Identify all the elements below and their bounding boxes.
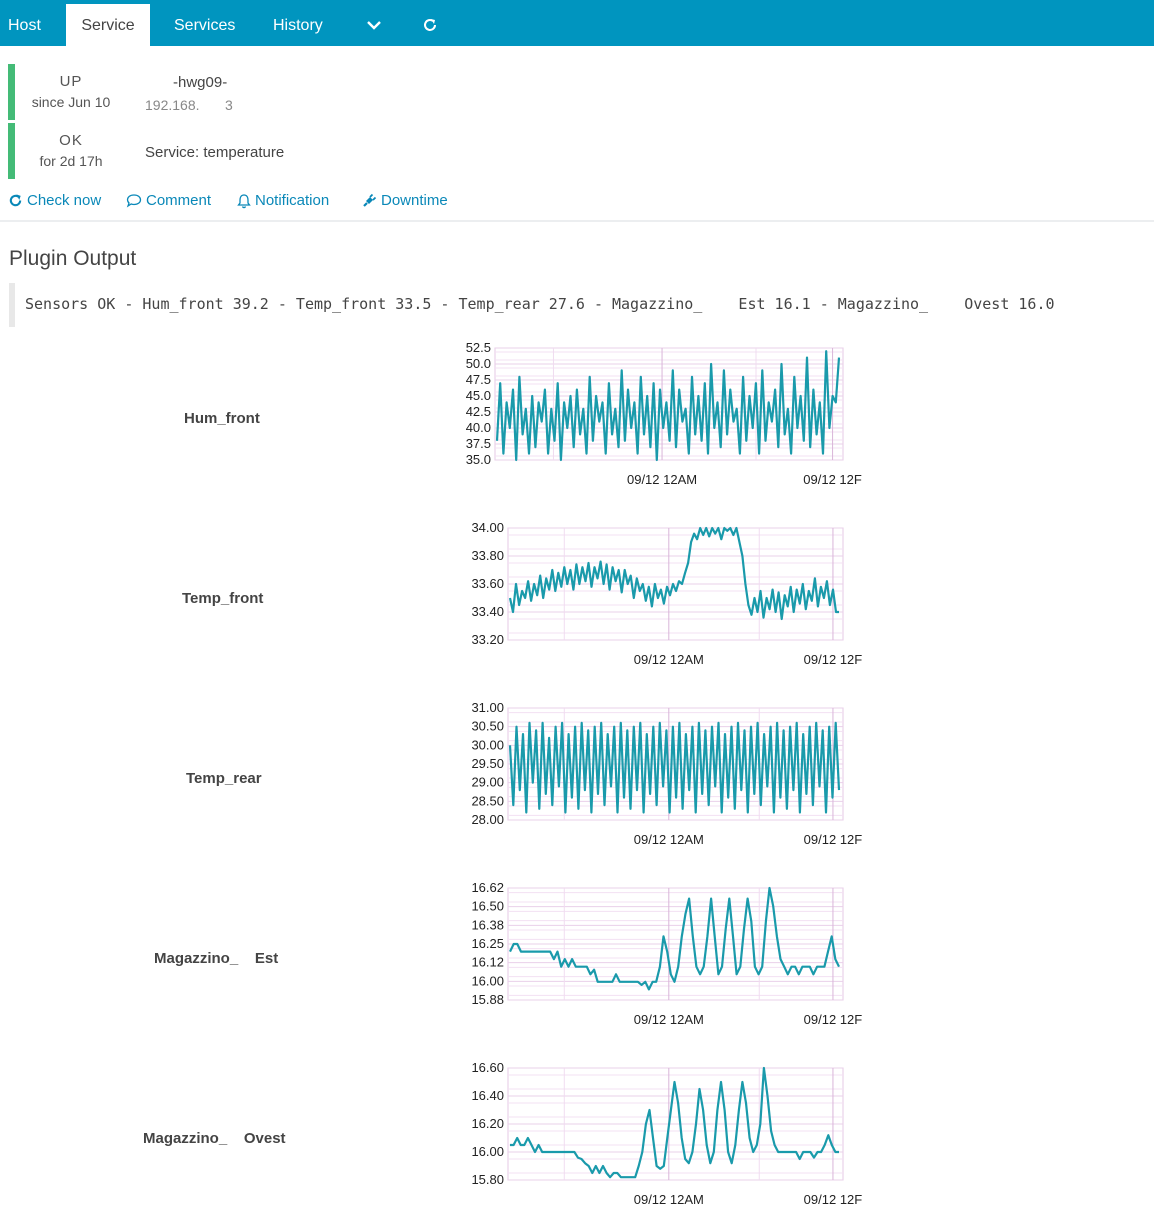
metric-label-magazzino-est: Magazzino_ Est [154,950,279,967]
downtime-label: Downtime [381,192,448,209]
y-tick-label: 52.5 [466,340,491,355]
comment-icon [126,194,142,208]
check-now-link[interactable]: Check now [8,192,101,209]
service-state-since: for 2d 17h [39,153,103,169]
comment-link[interactable]: Comment [126,192,211,209]
y-tick-label: 16.00 [471,973,504,988]
y-tick-label: 47.5 [466,372,491,387]
x-tick-label: 09/12 12F [804,832,863,847]
chevron-down-icon[interactable] [358,4,390,46]
metric-label-temp-rear: Temp_rear [186,770,262,787]
plugin-output-box: Sensors OK - Hum_front 39.2 - Temp_front… [9,283,1154,327]
y-tick-label: 29.00 [471,775,504,790]
service-state-row[interactable] [8,123,15,179]
y-tick-label: 15.88 [471,992,504,1007]
y-tick-label: 33.60 [471,576,504,591]
y-tick-label: 33.80 [471,548,504,563]
x-tick-label: 09/12 12F [804,1192,863,1207]
y-tick-label: 42.5 [466,404,491,419]
y-tick-label: 35.0 [466,452,491,467]
refresh-icon[interactable] [414,4,446,46]
host-state-since: since Jun 10 [31,94,111,110]
chart-temp-front[interactable]: 34.00 33.80 33.60 33.40 33.20 09/12 12AM 09/12… [455,520,865,670]
y-tick-label: 16.50 [471,899,504,914]
y-tick-label: 16.25 [471,936,504,951]
x-tick-label: 09/12 12AM [627,472,697,487]
y-tick-label: 45.0 [466,388,491,403]
chart-magazzino-ovest[interactable]: 16.60 16.40 16.20 16.00 15.80 09/12 12AM 09/12… [455,1060,865,1210]
metric-label-temp-front: Temp_front [182,590,264,607]
notification-link[interactable]: Notification [237,192,329,209]
y-tick-label: 16.62 [471,880,504,895]
y-tick-label: 29.50 [471,756,504,771]
y-tick-label: 34.00 [471,520,504,535]
service-state-word: OK [59,132,83,149]
y-tick-label: 37.5 [466,436,491,451]
refresh-icon [9,194,22,207]
comment-label: Comment [146,192,212,209]
tab-services[interactable]: Services [174,4,244,46]
y-tick-label: 16.40 [471,1088,504,1103]
bell-icon [237,193,251,208]
x-tick-label: 09/12 12AM [634,832,704,847]
y-tick-label: 16.00 [471,1144,504,1159]
y-tick-label: 50.0 [466,356,491,371]
check-now-label: Check now [27,192,102,209]
tab-host[interactable]: Host [0,4,50,46]
host-state-row[interactable] [8,64,15,120]
x-tick-label: 09/12 12AM [634,1012,704,1027]
service-state: OK for 2d 17h [16,132,126,169]
y-tick-label: 16.20 [471,1116,504,1131]
y-tick-label: 16.60 [471,1060,504,1075]
host-state-word: UP [59,73,83,90]
y-tick-label: 33.40 [471,604,504,619]
host-state: UP since Jun 10 [16,73,126,110]
x-tick-label: 09/12 12AM [634,1192,704,1207]
x-tick-label: 09/12 12F [804,1012,863,1027]
notification-label: Notification [255,192,330,209]
tab-bar: Host Service Services History [0,0,1154,46]
downtime-link[interactable]: Downtime [361,192,448,209]
host-address: 192.168. [145,97,200,113]
metric-label-magazzino-ovest: Magazzino_ Ovest [143,1130,286,1147]
x-tick-label: 09/12 12F [804,652,863,667]
y-tick-label: 28.50 [471,793,504,808]
plugin-output-title: Plugin Output [9,247,137,270]
chart-hum-front[interactable]: 52.550.047.545.042.540.037.535.0 09/12 12… [455,340,865,490]
tab-history[interactable]: History [273,4,333,46]
x-tick-label: 09/12 12F [803,472,862,487]
plugin-output-text: Sensors OK - Hum_front 39.2 - Temp_front… [25,295,1055,313]
y-tick-label: 31.00 [471,700,504,715]
y-tick-label: 28.00 [471,812,504,827]
x-tick-label: 09/12 12AM [634,652,704,667]
y-tick-label: 30.50 [471,719,504,734]
host-address-suffix: 3 [225,97,233,113]
y-tick-label: 16.12 [471,955,504,970]
y-tick-label: 33.20 [471,632,504,647]
service-name: Service: temperature [145,144,285,161]
host-name[interactable]: -hwg09- [173,74,227,91]
chart-temp-rear[interactable]: 31.00 30.50 30.00 29.50 29.00 28.50 28.00 09/12… [455,700,865,850]
divider [0,220,1154,222]
y-tick-label: 40.0 [466,420,491,435]
y-tick-label: 16.38 [471,917,504,932]
y-tick-label: 15.80 [471,1172,504,1187]
plug-icon [363,193,377,207]
chart-magazzino-est[interactable]: 16.62 16.50 16.38 16.25 16.12 16.00 15.88 09/12… [455,880,865,1030]
metric-label-hum-front: Hum_front [184,410,260,427]
y-tick-label: 30.00 [471,737,504,752]
tab-service[interactable]: Service [66,4,150,46]
